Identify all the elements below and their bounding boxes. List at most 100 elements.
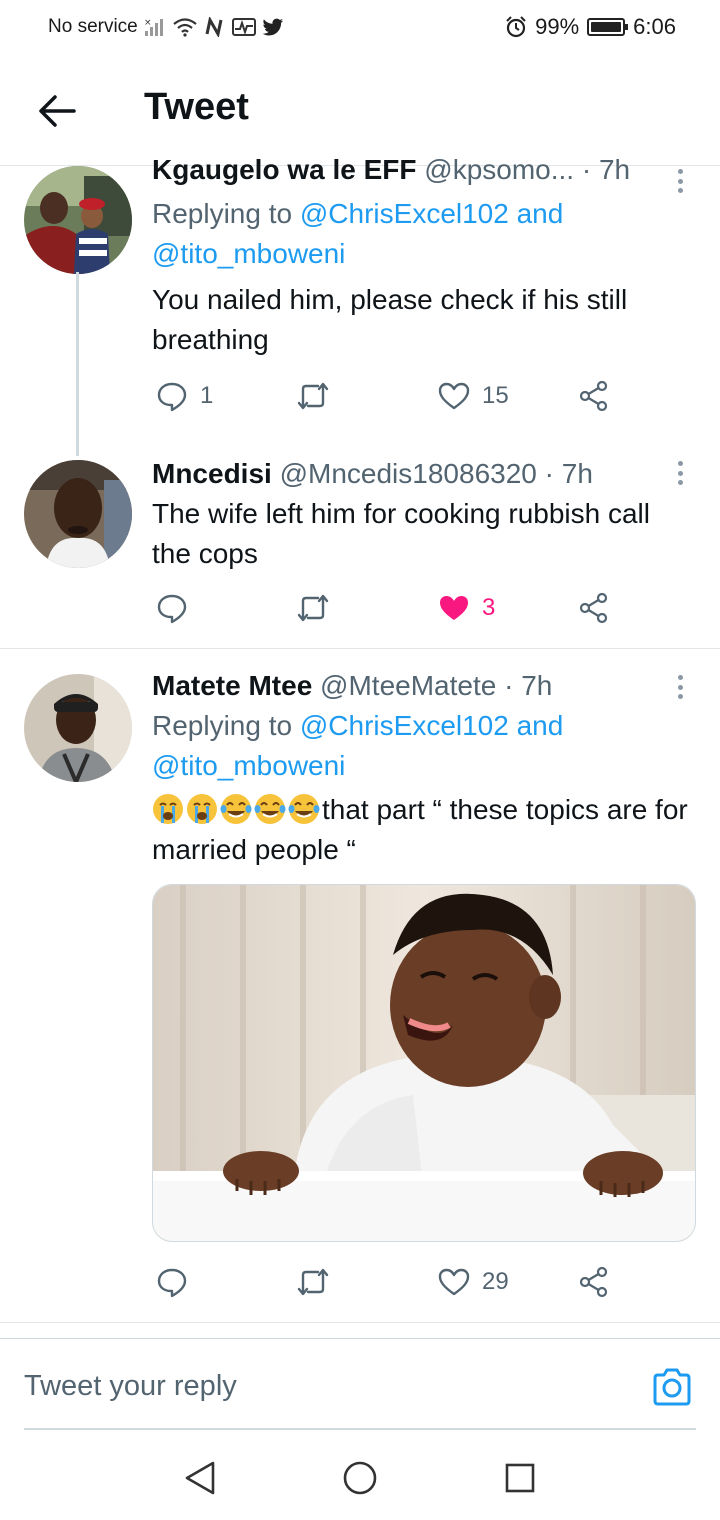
twitter-bird-icon	[262, 18, 283, 36]
tweet-actions: 1 15	[152, 376, 632, 416]
tweet-text: You nailed him, please check if his stil…	[152, 284, 628, 355]
divider	[0, 648, 720, 649]
reply-composer	[0, 1338, 720, 1430]
mention-link[interactable]: @ChrisExcel102	[300, 710, 509, 741]
activity-icon	[231, 18, 256, 36]
avatar[interactable]	[24, 674, 132, 782]
more-options-button[interactable]	[670, 166, 690, 196]
author-name[interactable]: Matete Mtee	[152, 670, 312, 701]
retweet-button[interactable]	[296, 1262, 330, 1302]
retweet-icon	[297, 594, 329, 622]
tweet-time[interactable]: 7h	[521, 670, 552, 701]
thread-line	[76, 272, 79, 456]
more-dots-icon	[677, 461, 683, 466]
divider	[0, 1322, 720, 1323]
share-button[interactable]	[578, 376, 610, 416]
like-count: 3	[482, 594, 496, 621]
tweet-matete[interactable]: Matete Mtee @MteeMatete · 7h Replying to…	[0, 668, 720, 1320]
back-button[interactable]	[32, 86, 82, 136]
nfc-icon	[205, 17, 223, 37]
share-icon	[579, 380, 608, 412]
separator-dot: ·	[581, 154, 592, 185]
like-button[interactable]: 15	[438, 376, 509, 416]
svg-text:×: ×	[144, 18, 152, 28]
reply-icon	[157, 382, 187, 412]
tweet-text: The wife left him for cooking rubbish ca…	[152, 498, 650, 569]
crying-face-emoji-icon	[187, 794, 217, 824]
tears-of-joy-emoji-icon	[220, 794, 252, 824]
nav-back-button[interactable]	[180, 1458, 220, 1498]
share-icon	[579, 592, 608, 624]
carrier-label: No service	[48, 16, 138, 37]
clock: 6:06	[633, 14, 676, 39]
separator-dot: ·	[544, 458, 554, 489]
author-handle[interactable]: @kpsomo...	[424, 154, 574, 185]
replying-to: Replying to @ChrisExcel102 and @tito_mbo…	[152, 710, 564, 781]
tears-of-joy-emoji-icon	[288, 794, 320, 824]
more-dots-icon	[677, 169, 683, 174]
reply-count: 1	[200, 382, 214, 409]
reply-input[interactable]	[24, 1361, 584, 1411]
nav-home-button[interactable]	[340, 1458, 380, 1498]
retweet-icon	[297, 382, 329, 410]
share-icon	[579, 1266, 608, 1298]
wifi-icon	[173, 18, 197, 37]
mention-link[interactable]: @tito_mboweni	[152, 750, 345, 781]
like-button[interactable]: 29	[438, 1262, 509, 1302]
retweet-button[interactable]	[296, 376, 330, 416]
more-options-button[interactable]	[670, 458, 690, 488]
separator-dot: ·	[504, 670, 514, 701]
alarm-icon	[506, 16, 526, 38]
triangle-back-icon	[185, 1461, 215, 1495]
back-arrow-icon	[39, 95, 76, 127]
replying-to: Replying to @ChrisExcel102 and @tito_mbo…	[152, 198, 564, 269]
tweet-text: that part “ these topics are for married…	[152, 794, 688, 865]
author-name[interactable]: Kgaugelo wa le EFF	[152, 154, 416, 185]
like-count: 29	[482, 1268, 509, 1295]
heart-icon	[438, 1268, 470, 1296]
retweet-button[interactable]	[296, 588, 330, 628]
like-button[interactable]: 3	[438, 588, 495, 628]
more-options-button[interactable]	[670, 672, 690, 702]
tweet-mncedisi[interactable]: Mncedisi @Mncedis18086320 · 7h The wife …	[0, 456, 720, 648]
reply-button[interactable]: 1	[156, 376, 213, 416]
crying-face-emoji-icon	[153, 794, 183, 824]
status-bar: No service × 99% 6:06	[0, 0, 720, 56]
author-handle[interactable]: @Mncedis18086320	[280, 458, 537, 489]
battery-icon	[587, 18, 629, 36]
retweet-icon	[297, 1268, 329, 1296]
avatar[interactable]	[24, 166, 132, 274]
system-navigation-bar	[0, 1430, 720, 1520]
top-app-bar: Tweet	[0, 56, 720, 166]
camera-icon	[653, 1368, 691, 1406]
tweet-time[interactable]: 7h	[599, 154, 630, 185]
no-signal-icon: ×	[144, 18, 163, 36]
more-dots-icon	[677, 675, 683, 680]
tweet-media-photo[interactable]	[152, 884, 696, 1242]
author-name[interactable]: Mncedisi	[152, 458, 272, 489]
tweet-actions: 3	[152, 588, 632, 628]
heart-icon	[438, 382, 470, 410]
camera-button[interactable]	[650, 1365, 694, 1409]
tweet-actions: 29	[152, 1262, 632, 1302]
reply-icon	[157, 1268, 187, 1298]
tweet-kgaugelo[interactable]: Kgaugelo wa le EFF @kpsomo... · 7h Reply…	[0, 154, 720, 456]
author-handle[interactable]: @MteeMatete	[320, 670, 496, 701]
tears-of-joy-emoji-icon	[254, 794, 286, 824]
laughing-baby-photo	[153, 885, 695, 1241]
circle-home-icon	[343, 1461, 377, 1495]
avatar[interactable]	[24, 460, 132, 568]
page-title: Tweet	[144, 86, 249, 128]
mention-link[interactable]: @ChrisExcel102	[300, 198, 509, 229]
square-recents-icon	[505, 1463, 535, 1493]
tweet-time[interactable]: 7h	[562, 458, 593, 489]
reply-icon	[157, 594, 187, 624]
battery-percent: 99%	[535, 14, 580, 39]
reply-button[interactable]	[156, 1262, 188, 1302]
mention-link[interactable]: @tito_mboweni	[152, 238, 345, 269]
reply-button[interactable]	[156, 588, 188, 628]
nav-recents-button[interactable]	[500, 1458, 540, 1498]
like-count: 15	[482, 382, 509, 409]
share-button[interactable]	[578, 588, 610, 628]
share-button[interactable]	[578, 1262, 610, 1302]
